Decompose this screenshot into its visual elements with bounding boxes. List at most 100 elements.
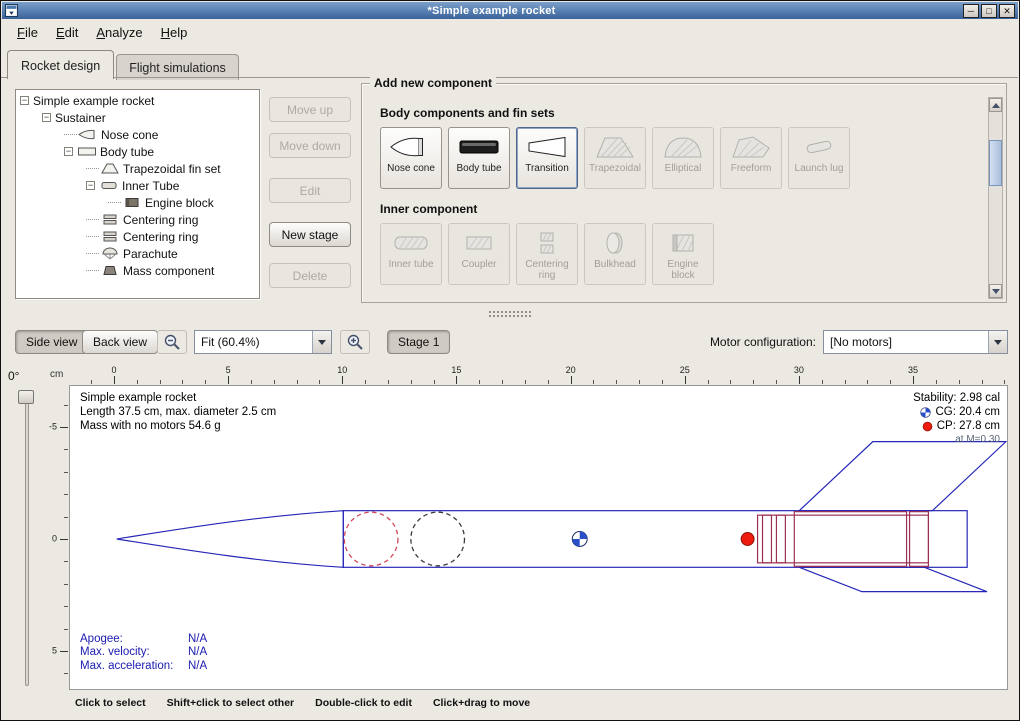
- menu-edit[interactable]: Edit: [47, 21, 87, 44]
- chevron-down-icon[interactable]: [312, 331, 331, 353]
- tree-item-inner-tube[interactable]: −Inner Tube: [16, 177, 259, 194]
- scroll-up-button[interactable]: [989, 98, 1002, 112]
- inner-components-outline: [758, 512, 929, 567]
- tree-item-nose-cone[interactable]: Nose cone: [16, 126, 259, 143]
- component-button-elliptical: Elliptical: [652, 127, 714, 189]
- tree-expander-icon[interactable]: −: [42, 113, 51, 122]
- tree-item-label: Nose cone: [101, 128, 158, 142]
- cp-legend: CP: 27.8 cm: [913, 419, 1000, 433]
- component-button-coupler: Coupler: [448, 223, 510, 285]
- component-scrollbar[interactable]: [988, 97, 1003, 299]
- nose-cone-large-icon: [381, 133, 441, 161]
- tree-expander-icon[interactable]: −: [20, 96, 29, 105]
- split-divider[interactable]: [1, 307, 1019, 319]
- new-stage-button[interactable]: New stage: [269, 222, 351, 247]
- tree-item-label: Trapezoidal fin set: [123, 162, 221, 176]
- centering-ring-icon: [100, 213, 120, 226]
- component-button-row: Nose coneBody tubeTransitionTrapezoidalE…: [380, 127, 976, 189]
- stage-1-toggle[interactable]: Stage 1: [387, 330, 450, 354]
- side-view-button[interactable]: Side view: [15, 330, 88, 354]
- ruler-x-label: 30: [794, 365, 804, 375]
- tab-flight-simulations[interactable]: Flight simulations: [116, 54, 239, 80]
- status-bar: Click to selectShift+click to select oth…: [1, 693, 1019, 713]
- cg-icon: [920, 407, 931, 418]
- component-button-label: Body tube: [449, 163, 509, 174]
- flight-stat-apogee: Apogee:N/A: [80, 633, 207, 647]
- maximize-button[interactable]: □: [981, 4, 997, 18]
- tree-expander-icon[interactable]: −: [64, 147, 73, 156]
- title-bar[interactable]: *Simple example rocket ─ □ ✕: [2, 2, 1018, 19]
- rocket-mass: Mass with no motors 54.6 g: [80, 419, 276, 433]
- tree-guide-line: [64, 134, 77, 135]
- component-button-launch-lug: Launch lug: [788, 127, 850, 189]
- component-button-body-tube[interactable]: Body tube: [448, 127, 510, 189]
- centering-ring-large-icon: [517, 229, 577, 257]
- component-button-nose-cone[interactable]: Nose cone: [380, 127, 442, 189]
- component-tree[interactable]: −Simple example rocket−Sustainer Nose con…: [15, 89, 260, 299]
- component-button-label: Launch lug: [789, 163, 849, 174]
- zoom-out-icon: [163, 333, 181, 351]
- zoom-combo[interactable]: Fit (60.4%): [194, 330, 332, 354]
- scroll-down-button[interactable]: [989, 284, 1002, 298]
- engine-block-large-icon: [653, 229, 713, 257]
- tree-guide-line: [86, 270, 99, 271]
- ruler-x-label: 15: [451, 365, 461, 375]
- minimize-button[interactable]: ─: [963, 4, 979, 18]
- ruler-y-label: 0: [52, 534, 57, 544]
- ruler-y: -505: [45, 385, 68, 690]
- tab-bar: Rocket designFlight simulations: [7, 49, 1018, 78]
- inner-tube-large-icon: [381, 229, 441, 257]
- rotation-angle-label: 0°: [8, 369, 19, 383]
- ruler-unit-label: cm: [50, 369, 63, 380]
- motor-configuration-value: [No motors]: [824, 335, 988, 349]
- ruler-y-label: 5: [52, 646, 57, 656]
- ruler-x-label: 20: [566, 365, 576, 375]
- rocket-dimensions: Length 37.5 cm, max. diameter 2.5 cm: [80, 405, 276, 419]
- menu-file[interactable]: File: [8, 21, 47, 44]
- tree-item-label: Parachute: [123, 247, 178, 261]
- tree-item-body-tube[interactable]: −Body tube: [16, 143, 259, 160]
- coupler-large-icon: [449, 229, 509, 257]
- tree-guide-line: [86, 219, 99, 220]
- menu-analyze[interactable]: Analyze: [87, 21, 151, 44]
- component-button-label: Elliptical: [653, 163, 713, 174]
- menu-bar: FileEditAnalyzeHelp: [2, 21, 1018, 45]
- ruler-x-label: 5: [226, 365, 231, 375]
- zoom-in-button[interactable]: [340, 330, 370, 354]
- chevron-down-icon[interactable]: [988, 331, 1007, 353]
- component-button-label: Freeform: [721, 163, 781, 174]
- tree-item-trapezoidal-fin-set[interactable]: Trapezoidal fin set: [16, 160, 259, 177]
- back-view-button[interactable]: Back view: [82, 330, 158, 354]
- tree-item-mass-component[interactable]: Mass component: [16, 262, 259, 279]
- motor-configuration-combo[interactable]: [No motors]: [823, 330, 1008, 354]
- cp-value: CP: 27.8 cm: [937, 419, 1000, 433]
- cp-icon: [922, 421, 933, 432]
- component-button-centering-ring: Centering ring: [516, 223, 578, 285]
- divider-grip-icon[interactable]: [488, 310, 532, 317]
- rocket-view[interactable]: Simple example rocket Length 37.5 cm, ma…: [69, 385, 1008, 690]
- add-component-body: Body components and fin setsNose coneBod…: [362, 84, 1006, 302]
- tree-item-centering-ring[interactable]: Centering ring: [16, 211, 259, 228]
- rotation-slider[interactable]: [25, 393, 29, 686]
- tree-item-engine-block[interactable]: Engine block: [16, 194, 259, 211]
- component-button-bulkhead: Bulkhead: [584, 223, 646, 285]
- bulkhead-large-icon: [585, 229, 645, 257]
- stability-block: Stability: 2.98 cal CG: 20.4 cm CP: 27.8…: [913, 391, 1000, 447]
- tree-item-parachute[interactable]: Parachute: [16, 245, 259, 262]
- component-button-label: Inner tube: [381, 259, 441, 270]
- tab-rocket-design[interactable]: Rocket design: [7, 50, 114, 79]
- tree-item-simple-example-rocket[interactable]: −Simple example rocket: [16, 92, 259, 109]
- tree-item-sustainer[interactable]: −Sustainer: [16, 109, 259, 126]
- close-button[interactable]: ✕: [999, 4, 1015, 18]
- tree-item-centering-ring[interactable]: Centering ring: [16, 228, 259, 245]
- delete-button: Delete: [269, 263, 351, 288]
- status-hint-double-click-to-edit: Double-click to edit: [315, 697, 412, 709]
- component-button-transition[interactable]: Transition: [516, 127, 578, 189]
- tree-expander-icon[interactable]: −: [86, 181, 95, 190]
- menu-help[interactable]: Help: [152, 21, 197, 44]
- zoom-out-button[interactable]: [157, 330, 187, 354]
- scrollbar-thumb[interactable]: [989, 140, 1002, 186]
- parachute-outline: [344, 512, 398, 566]
- window-menu-icon[interactable]: [5, 4, 18, 17]
- rotation-slider-thumb[interactable]: [18, 390, 34, 404]
